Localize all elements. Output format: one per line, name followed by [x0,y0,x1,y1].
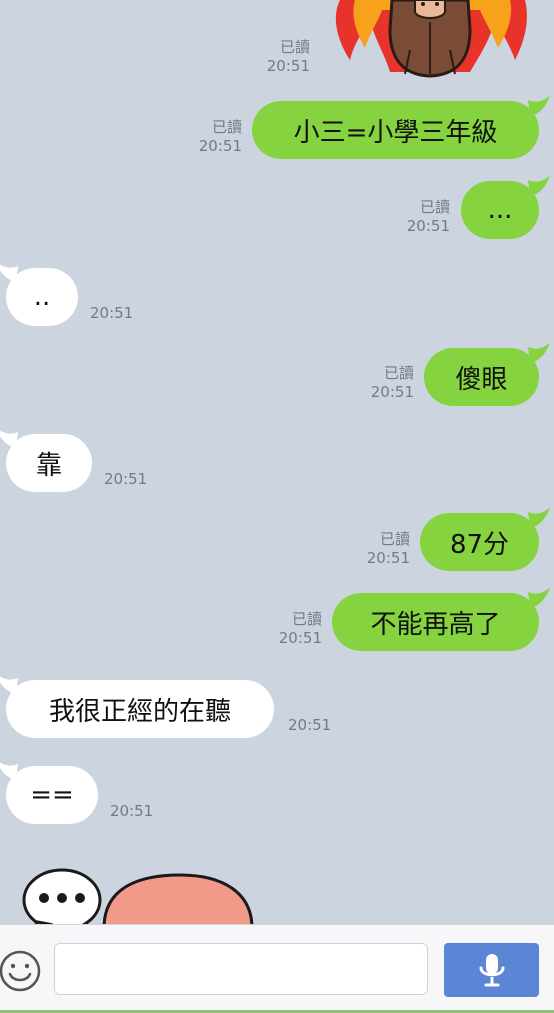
message-text: 我很正經的在聽 [48,696,231,727]
message-text: 靠 [35,450,62,481]
chat-area[interactable]: 已讀 20:51 已讀 20:51 小三=小學三年級 已讀 20:51 ... … [0,0,554,924]
timestamp: 20:51 [110,802,154,820]
bubble-tail [528,588,550,608]
mic-button[interactable] [444,943,539,997]
sticker-message-top[interactable] [330,0,530,80]
smiley-icon[interactable] [0,949,42,993]
sticker-message-bottom[interactable] [18,858,258,924]
read-receipt: 已讀 20:51 [266,38,310,75]
incoming-message-bubble[interactable]: .. [6,268,78,326]
message-text: 小三=小學三年級 [293,117,498,148]
read-receipt: 已讀 20:51 [198,118,242,155]
outgoing-message-bubble[interactable]: 小三=小學三年級 [252,101,539,159]
bubble-tail [528,176,550,196]
outgoing-message-bubble[interactable]: 傻眼 [424,348,539,406]
incoming-message-bubble[interactable]: 靠 [6,434,92,492]
bubble-tail [528,343,550,363]
timestamp: 20:51 [104,470,148,488]
timestamp: 20:51 [90,304,134,322]
incoming-message-bubble[interactable]: == [6,766,98,824]
message-text: 87分 [449,529,510,560]
outgoing-message-bubble[interactable]: 不能再高了 [332,593,539,651]
timestamp: 20:51 [288,716,332,734]
bubble-tail [528,508,550,528]
read-receipt: 已讀 20:51 [406,198,450,235]
microphone-icon [479,954,504,987]
message-input[interactable] [54,943,428,995]
message-text: .. [33,282,51,312]
bubble-tail [528,96,550,116]
message-text: ... [487,195,513,225]
read-receipt: 已讀 20:51 [370,364,414,401]
read-receipt: 已讀 20:51 [366,530,410,567]
incoming-message-bubble[interactable]: 我很正經的在聽 [6,680,274,738]
message-composer [0,924,554,1013]
message-text: == [30,780,74,810]
message-text: 不能再高了 [370,609,501,640]
message-text: 傻眼 [455,364,508,395]
outgoing-message-bubble[interactable]: 87分 [420,513,539,571]
read-receipt: 已讀 20:51 [278,610,322,647]
